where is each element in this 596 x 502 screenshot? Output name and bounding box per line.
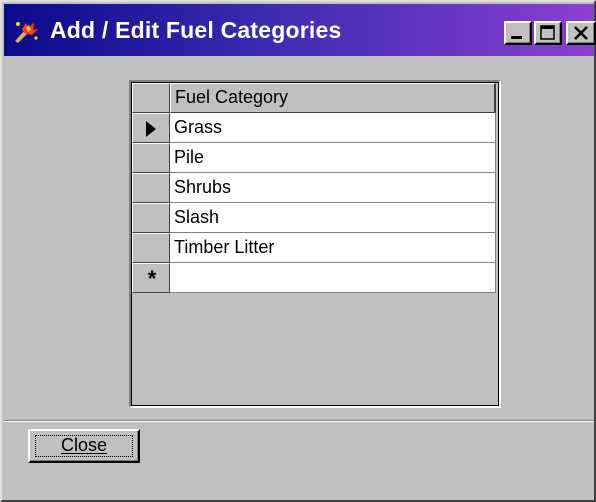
new-fuel-category-cell[interactable] (170, 263, 496, 293)
grid-body: Fuel Category Grass Pile Shrubs Slash Ti… (131, 82, 499, 406)
close-window-button[interactable] (566, 21, 596, 45)
fuel-category-grid[interactable]: Fuel Category Grass Pile Shrubs Slash Ti… (129, 80, 501, 408)
new-record-row[interactable]: * (132, 263, 498, 293)
table-row[interactable]: Timber Litter (132, 233, 498, 263)
row-selector[interactable] (132, 203, 170, 233)
row-selector[interactable] (132, 233, 170, 263)
new-record-asterisk-icon: * (147, 266, 157, 291)
minimize-button[interactable] (504, 21, 532, 45)
dialog-window: Add / Edit Fuel Categories Fuel Category (0, 0, 596, 502)
current-row-arrow-icon (146, 121, 156, 137)
row-selector[interactable] (132, 143, 170, 173)
table-row[interactable]: Pile (132, 143, 498, 173)
title-bar[interactable]: Add / Edit Fuel Categories (4, 4, 596, 56)
fuel-category-cell[interactable]: Shrubs (170, 173, 496, 203)
select-all-corner[interactable] (132, 83, 170, 113)
fuel-category-cell[interactable]: Slash (170, 203, 496, 233)
separator-line (4, 420, 594, 422)
maximize-button[interactable] (534, 21, 562, 45)
table-row[interactable]: Grass (132, 113, 498, 143)
fuel-category-cell[interactable]: Grass (170, 113, 496, 143)
window-title: Add / Edit Fuel Categories (50, 17, 342, 43)
table-row[interactable]: Shrubs (132, 173, 498, 203)
fuel-category-cell[interactable]: Timber Litter (170, 233, 496, 263)
close-icon (574, 26, 588, 40)
row-selector-new[interactable]: * (132, 263, 170, 293)
close-button[interactable]: Close (28, 429, 140, 463)
grid-header-row: Fuel Category (132, 83, 498, 113)
fire-spark-icon (12, 18, 40, 44)
table-row[interactable]: Slash (132, 203, 498, 233)
row-selector-current[interactable] (132, 113, 170, 143)
fuel-category-cell[interactable]: Pile (170, 143, 496, 173)
maximize-icon (540, 25, 555, 40)
column-header-fuel-category[interactable]: Fuel Category (170, 83, 496, 113)
row-selector[interactable] (132, 173, 170, 203)
minimize-icon (511, 36, 522, 39)
focus-rectangle (35, 435, 133, 457)
